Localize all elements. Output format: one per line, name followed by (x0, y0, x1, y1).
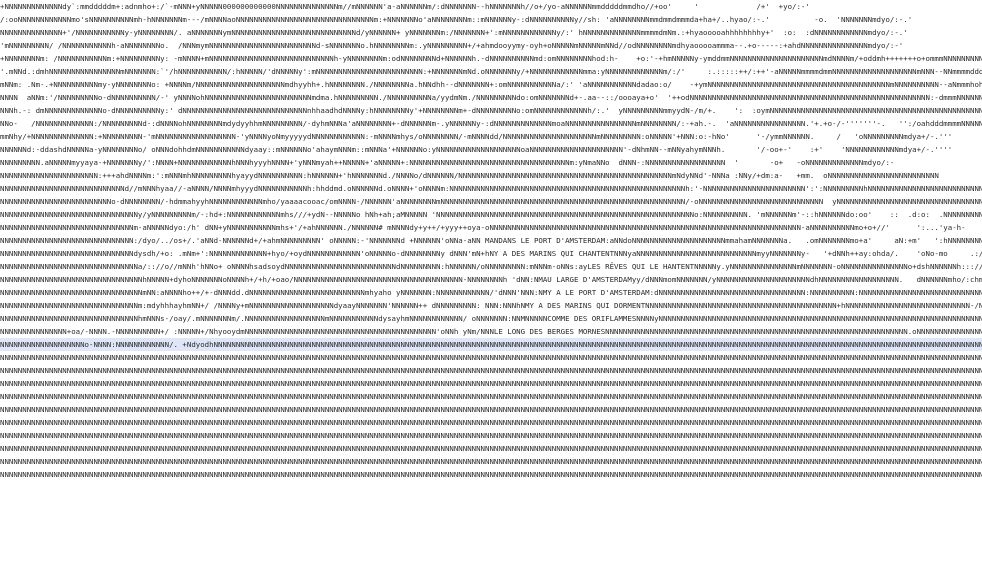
ascii-art-line: NNNNNNNNNNNNNNNNNNNNNNNNNNNNNNNNNNNNNNNN… (0, 431, 982, 440)
ascii-art-line: NNNNNNNNNNNNNNNNNNNNNNNNNNNNNNNNNNNNNNNN… (0, 405, 982, 414)
ascii-art-line: NNNNNNNNN.aNNNNNmyyaya-+NNNNNNNy/':NNNN+… (0, 158, 895, 167)
ascii-art-line: NNNNNNNNNNNNNNNNNNNNNNNNNNNNNNNNNNNNNNNN… (0, 418, 982, 427)
ascii-art-line: NNNNNNNNNNNNNNNNNNNNNNNNNNNNNNNNNNNNNNNN… (0, 444, 982, 453)
ascii-art-line: NNNNNNNNNNNNNNNNNNNNNNNNNNNNd//mNNNhyaa/… (0, 184, 982, 193)
ascii-art-line: NNNNNNNNNNNNNNNNNNNNNNNNNNNNNNm-aNNNNNdy… (0, 223, 966, 232)
ascii-art-line: NNNNNNNNNNNNNNNNNNNNNNNNNNNNNNNhmNNNs-/o… (0, 314, 982, 323)
ascii-art-line: NNNNNNNNNNNNNNNNNNNNNNNNNNNNNNNNNNNNNNNN… (0, 470, 982, 479)
ascii-art-line: NNNNNNNNNNNNNNNNNNNNNNNNNNNNNNNNNNNNNNNN… (0, 366, 982, 375)
ascii-art-line: NNNNNNNNNNNNNNNNNNNNNNNNNNNNNNNNNNNNNNNN… (0, 353, 982, 362)
ascii-art-line: +NNNNNNNNNNNNNdy`:mmdddddm+:adnmho+:/`-m… (0, 2, 810, 11)
ascii-art-line: mNNm: .Nm-.+NNNNNNNNNNmy-yNNNNNNNNo: +NN… (0, 80, 982, 89)
ascii-art-line: /:ooNNNNNNNNNNNNmo'sNNNNNNNNNNmh-hNNNNNN… (0, 15, 913, 24)
ascii-art-line: NNNNNNNNNNNNNNN+oa/-NNNN.-NNNNNNNNNN+/ :… (0, 327, 982, 336)
ascii-art-line: +NNNNNNNNm: /NNNNNNNNNNNm:+NNNNNNNNNy: -… (0, 54, 982, 63)
ascii-art-line: NNNNNNNNNNNNNNNNNNNNNNNNNNNNNN:/dyo/../o… (0, 236, 982, 245)
ascii-art-line: NNNN aNNm:'/NNNNNNNNNo-dNNNNNNNNNN/-' yN… (0, 93, 982, 102)
ascii-art-line: NNNNNNNNNNNNNNNNNNNNNNNNNNNNNNNNNNNNNNNN… (0, 392, 982, 401)
ascii-art-line: NNNh.-: dmNNNNNNNNNNNNNo-dNNNNNNNNNNy:' … (0, 106, 982, 115)
ascii-art-line: mmNhy/+NNNNNNNNNNNNNN:+NNNNNNNNN-'mNNNNN… (0, 132, 953, 141)
ascii-art-line: NNNNNNNNNNNNNNNNNNNNNNNNNNNNNNNNmNN:aNNN… (0, 288, 982, 297)
ascii-art-line: NNNNNNNNNNNNNNNNNNNNNNNNNNNNNNNa/:://o//… (0, 262, 982, 271)
ascii-art-line: NNNNNNNNNNNNNNNNNNNNNNNNNNNNNNNNNNNNNNNN… (0, 379, 982, 388)
ascii-art-line: NNNNNNNNNNNNNNNNNNNNNNNNNNNNNNNNhNNNNN+d… (0, 275, 982, 284)
ascii-art-line-highlighted: NNNNNNNNNNNNNNNNNNNo-NNNN:NNNNNNNNNNNN/.… (0, 338, 982, 351)
ascii-art-line: '.mNNd.:dmhNNNNNNNNNNNNNNNNmNNNNNNN:`'/h… (0, 67, 982, 76)
ascii-art-line: NNNNNNd:-ddashdNNNNNa-yNNNNNNNNo/ oNNNdo… (0, 145, 953, 154)
ascii-art-line: NNo- /NNNNNNNNNNNNN:/NNNNNNNNNd-:dNNNNoh… (0, 119, 982, 128)
ascii-art-line: NNNNNNNNNNNNNNNNNNNNNNNNNNNNNNNy/yNNNNNN… (0, 210, 982, 219)
ascii-art-text: +NNNNNNNNNNNNNdy`:mmdddddm+:adnmho+:/`-m… (0, 0, 982, 574)
ascii-art-line: NNNNNNNNNNNNNNNNNNNNNN:+++ahdNNNNm:':mNN… (0, 171, 939, 180)
ascii-art-line: 'mNNNNNNNNN/ /NNNNNNNNNNNh-aNNNNNNNNo. /… (0, 41, 904, 50)
ascii-art-line: NNNNNNNNNNNNNNNNNNNNNNNNNNNNNNNNNNNNNNNN… (0, 457, 982, 466)
ascii-art-line: NNNNNNNNNNNNNN+'/NNNNNNNNNNNy-yNNNNNNNN/… (0, 28, 908, 37)
ascii-art-line: NNNNNNNNNNNNNNNNNNNNNNNNNo-dNNNNNNNN/-hd… (0, 197, 982, 206)
ascii-art-line: NNNNNNNNNNNNNNNNNNNNNNNNNNNNNNNm:mdyhhha… (0, 301, 982, 310)
ascii-art-line: NNNNNNNNNNNNNNNNNNNNNNNNNNNNNNdysdh/+o: … (0, 249, 982, 258)
